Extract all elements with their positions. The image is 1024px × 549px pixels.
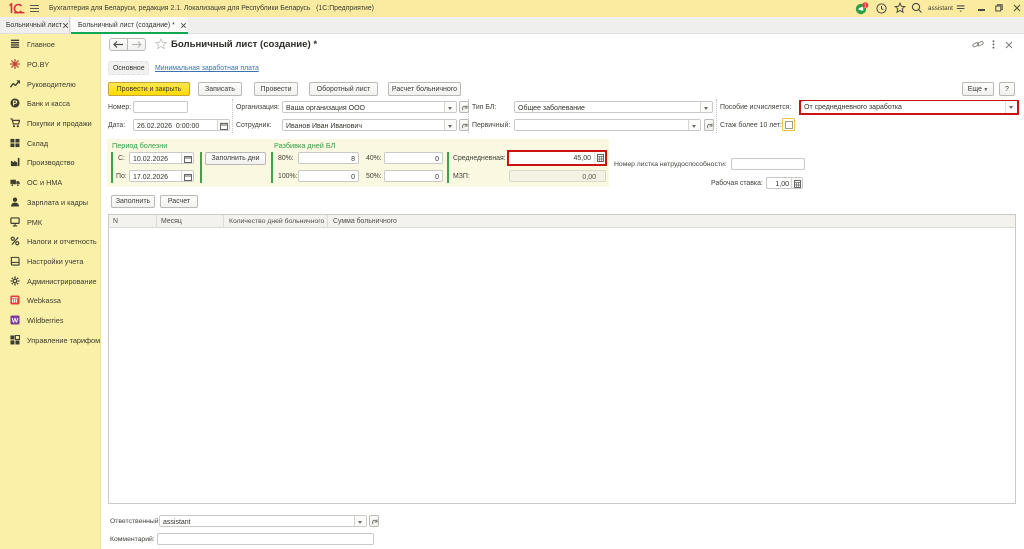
svg-text:W: W [12,317,19,324]
svg-text:1: 1 [864,3,867,9]
svg-text:P: P [13,99,18,108]
